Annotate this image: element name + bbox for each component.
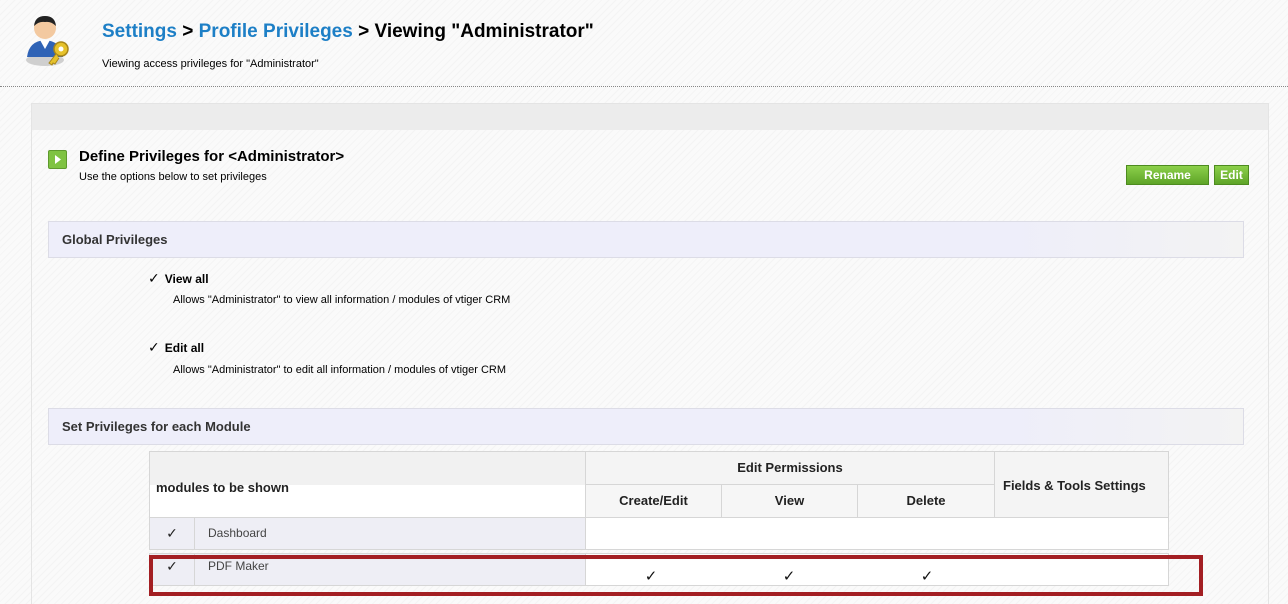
- pdf-maker-check-icon[interactable]: ✓: [149, 553, 195, 586]
- define-privileges-subtitle: Use the options below to set privileges: [79, 171, 267, 183]
- table-row-blank: [585, 553, 1169, 586]
- delete-check-icon[interactable]: ✓: [920, 567, 934, 585]
- rename-button[interactable]: Rename: [1126, 165, 1209, 185]
- breadcrumb: Settings > Profile Privileges > Viewing …: [102, 21, 594, 43]
- create-edit-column-header: Create/Edit: [585, 484, 722, 518]
- delete-column-header: Delete: [857, 484, 995, 518]
- breadcrumb-separator: >: [358, 21, 370, 42]
- admin-user-key-icon: [23, 13, 73, 67]
- view-column-header: View: [721, 484, 858, 518]
- view-all-privilege: ✓ View all: [148, 270, 209, 287]
- page-subtitle: Viewing access privileges for "Administr…: [102, 58, 319, 70]
- check-icon: ✓: [148, 339, 160, 355]
- view-check-icon[interactable]: ✓: [782, 567, 796, 585]
- module-name-pdf-maker: PDF Maker: [194, 553, 586, 586]
- module-privileges-header: Set Privileges for each Module: [48, 408, 1244, 445]
- fields-tools-column-header: Fields & Tools Settings: [994, 451, 1169, 518]
- privilege-title: Edit all: [164, 341, 205, 355]
- modules-column-header: modules to be shown: [149, 451, 586, 518]
- create-edit-check-icon[interactable]: ✓: [644, 567, 658, 585]
- modules-column-label: modules to be shown: [156, 480, 289, 495]
- privilege-description: Allows "Administrator" to edit all infor…: [173, 364, 507, 376]
- edit-permissions-header: Edit Permissions: [585, 451, 995, 485]
- arrow-right-icon: [48, 150, 67, 169]
- breadcrumb-settings-link[interactable]: Settings: [102, 21, 177, 42]
- header-divider: [0, 86, 1288, 87]
- breadcrumb-separator: >: [182, 21, 194, 42]
- module-name-dashboard: Dashboard: [194, 517, 586, 550]
- fields-tools-label: Fields & Tools Settings: [1003, 478, 1146, 493]
- table-row-blank: [585, 517, 1169, 550]
- panel-top-bar: [32, 104, 1268, 130]
- dashboard-check-icon[interactable]: ✓: [149, 517, 195, 550]
- module-privileges-table: modules to be shown Edit Permissions Cre…: [149, 451, 1209, 599]
- define-privileges-title: Define Privileges for <Administrator>: [79, 148, 345, 165]
- privilege-title: View all: [164, 272, 209, 286]
- global-privileges-header: Global Privileges: [48, 221, 1244, 258]
- breadcrumb-profile-privileges-link[interactable]: Profile Privileges: [199, 21, 353, 42]
- check-icon: ✓: [148, 270, 160, 286]
- edit-all-privilege: ✓ Edit all: [148, 339, 204, 356]
- privilege-description: Allows "Administrator" to view all infor…: [173, 294, 511, 306]
- breadcrumb-current: Viewing "Administrator": [374, 21, 594, 42]
- edit-button[interactable]: Edit: [1214, 165, 1249, 185]
